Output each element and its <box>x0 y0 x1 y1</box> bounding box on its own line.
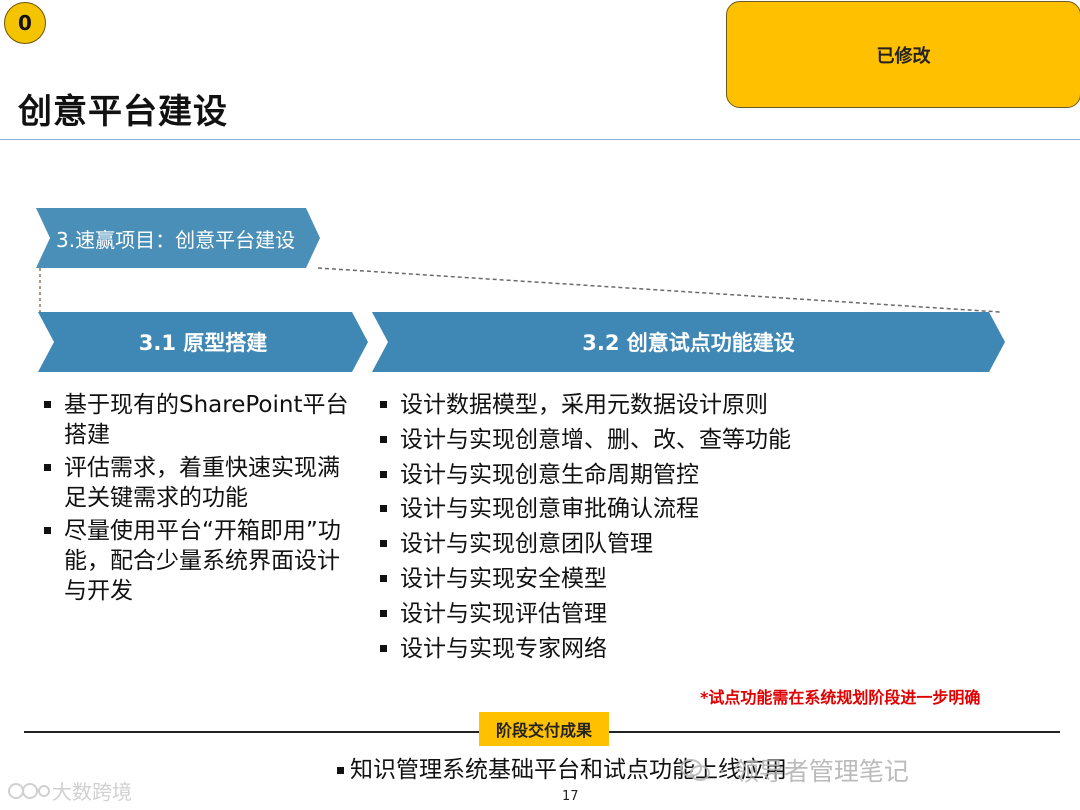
page-number: 17 <box>562 789 579 804</box>
phase-prototype-title: 3.1 原型搭建 <box>138 331 268 355</box>
list-item: 设计与实现安全模型 <box>376 564 936 594</box>
list-item: 基于现有的SharePoint平台搭建 <box>40 390 360 450</box>
list-item: 设计与实现创意审批确认流程 <box>376 494 936 524</box>
chat-logo-icon <box>680 759 710 781</box>
watermark-right: · 领导者管理笔记 <box>680 752 909 788</box>
list-item: 尽量使用平台“开箱即用”功能，配合少量系统界面设计与开发 <box>40 516 360 606</box>
watermark-left: 大数跨境 <box>6 776 132 805</box>
phase-pilot-arrow: 3.2 创意试点功能建设 <box>372 312 1005 372</box>
list-item: 设计与实现创意增、删、改、查等功能 <box>376 425 936 455</box>
phase-prototype-arrow: 3.1 原型搭建 <box>38 312 368 372</box>
phase-pilot-title: 3.2 创意试点功能建设 <box>582 331 795 355</box>
prototype-task-list: 基于现有的SharePoint平台搭建 评估需求，着重快速实现满足关键需求的功能… <box>40 390 360 609</box>
watermark-right-text: · 领导者管理笔记 <box>718 757 909 786</box>
list-item: 设计与实现创意生命周期管控 <box>376 460 936 490</box>
list-item: 设计与实现专家网络 <box>376 634 936 664</box>
list-item: 设计数据模型，采用元数据设计原则 <box>376 390 936 420</box>
brand-logo-icon <box>8 782 50 799</box>
list-item: 设计与实现创意团队管理 <box>376 529 936 559</box>
list-item: 评估需求，着重快速实现满足关键需求的功能 <box>40 453 360 513</box>
list-item: 设计与实现评估管理 <box>376 599 936 629</box>
pilot-task-list: 设计数据模型，采用元数据设计原则 设计与实现创意增、删、改、查等功能 设计与实现… <box>376 390 936 668</box>
footnote: *试点功能需在系统规划阶段进一步明确 <box>700 688 981 707</box>
watermark-left-text: 大数跨境 <box>52 780 132 804</box>
deliverable-label: 阶段交付成果 <box>479 712 609 746</box>
bullet-square-icon <box>337 767 344 774</box>
